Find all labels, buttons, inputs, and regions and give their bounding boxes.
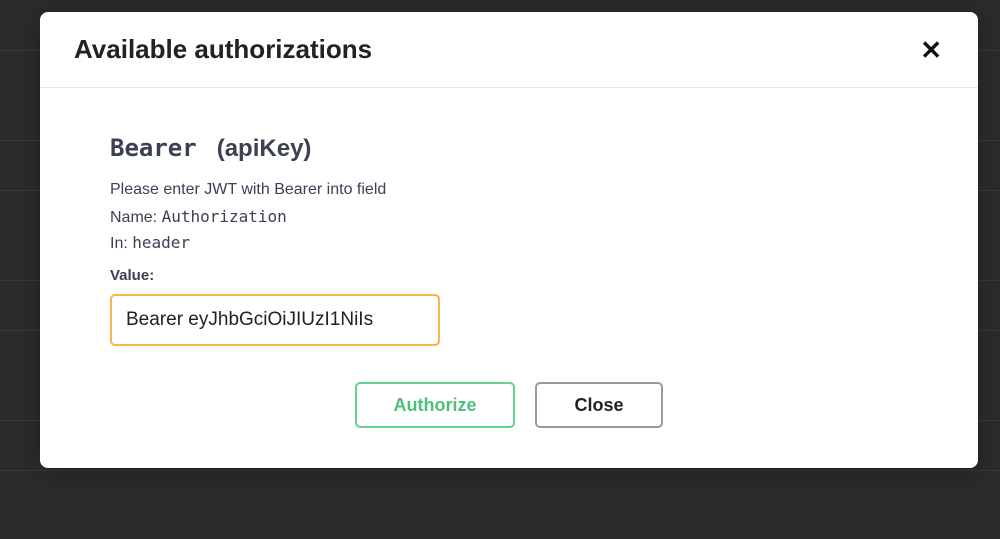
auth-name-row: Name: Authorization bbox=[110, 207, 908, 227]
auth-name-label: Name: bbox=[110, 209, 162, 226]
button-row: Authorize Close bbox=[110, 382, 908, 428]
value-label: Value: bbox=[110, 267, 908, 284]
authorizations-modal: Available authorizations ✕ Bearer (apiKe… bbox=[40, 12, 978, 468]
auth-scheme-title: Bearer (apiKey) bbox=[110, 134, 908, 163]
modal-title: Available authorizations bbox=[74, 34, 372, 65]
close-icon[interactable]: ✕ bbox=[918, 37, 944, 63]
auth-scheme-name: Bearer bbox=[110, 134, 197, 162]
auth-description: Please enter JWT with Bearer into field bbox=[110, 181, 908, 199]
close-button[interactable]: Close bbox=[535, 382, 663, 428]
auth-scheme-type: (apiKey) bbox=[217, 135, 312, 162]
modal-header: Available authorizations ✕ bbox=[40, 12, 978, 88]
auth-in-row: In: header bbox=[110, 233, 908, 253]
auth-in-label: In: bbox=[110, 235, 132, 252]
auth-name-value: Authorization bbox=[162, 207, 287, 226]
auth-in-value: header bbox=[132, 233, 190, 252]
authorize-button[interactable]: Authorize bbox=[355, 382, 515, 428]
value-input[interactable] bbox=[110, 294, 440, 346]
modal-body: Bearer (apiKey) Please enter JWT with Be… bbox=[40, 88, 978, 468]
